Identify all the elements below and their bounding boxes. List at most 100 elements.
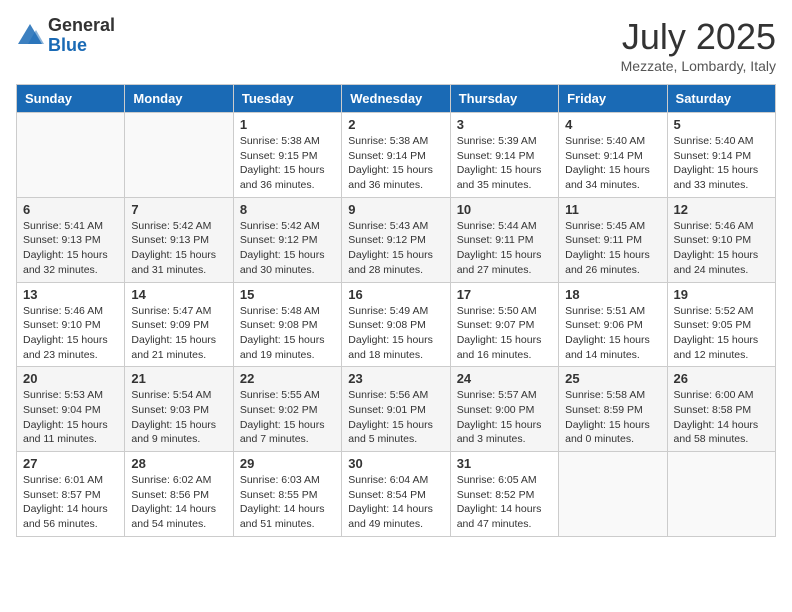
calendar-cell: 15Sunrise: 5:48 AM Sunset: 9:08 PM Dayli… [233,282,341,367]
calendar-cell: 8Sunrise: 5:42 AM Sunset: 9:12 PM Daylig… [233,197,341,282]
day-number: 22 [240,371,335,386]
day-info: Sunrise: 5:58 AM Sunset: 8:59 PM Dayligh… [565,388,660,447]
day-number: 4 [565,117,660,132]
calendar-cell: 25Sunrise: 5:58 AM Sunset: 8:59 PM Dayli… [559,367,667,452]
day-info: Sunrise: 5:53 AM Sunset: 9:04 PM Dayligh… [23,388,118,447]
weekday-header: Wednesday [342,85,450,113]
day-info: Sunrise: 5:45 AM Sunset: 9:11 PM Dayligh… [565,219,660,278]
day-number: 1 [240,117,335,132]
calendar-cell: 9Sunrise: 5:43 AM Sunset: 9:12 PM Daylig… [342,197,450,282]
day-number: 17 [457,287,552,302]
day-info: Sunrise: 5:38 AM Sunset: 9:14 PM Dayligh… [348,134,443,193]
day-info: Sunrise: 5:52 AM Sunset: 9:05 PM Dayligh… [674,304,769,363]
title-section: July 2025 Mezzate, Lombardy, Italy [621,16,776,74]
day-info: Sunrise: 5:49 AM Sunset: 9:08 PM Dayligh… [348,304,443,363]
day-info: Sunrise: 6:00 AM Sunset: 8:58 PM Dayligh… [674,388,769,447]
calendar-cell: 30 Sunrise: 6:04 AM Sunset: 8:54 PM Dayli… [342,452,450,537]
calendar-cell: 1 Sunrise: 5:38 AM Sunset: 9:15 PM Daylig… [233,113,341,198]
calendar-cell [559,452,667,537]
calendar-cell: 4 Sunrise: 5:40 AM Sunset: 9:14 PM Daylig… [559,113,667,198]
day-number: 5 [674,117,769,132]
calendar-cell: 11 Sunrise: 5:45 AM Sunset: 9:11 PM Dayli… [559,197,667,282]
day-number: 20 [23,371,118,386]
calendar-cell: 28 Sunrise: 6:02 AM Sunset: 8:56 PM Dayli… [125,452,233,537]
day-number: 27 [23,456,118,471]
day-info: Sunrise: 5:51 AM Sunset: 9:06 PM Dayligh… [565,304,660,363]
day-number: 15 [240,287,335,302]
day-info: Sunrise: 5:55 AM Sunset: 9:02 PM Dayligh… [240,388,335,447]
calendar-cell: 3 Sunrise: 5:39 AM Sunset: 9:14 PM Daylig… [450,113,558,198]
weekday-header: Thursday [450,85,558,113]
day-number: 11 [565,202,660,217]
day-number: 13 [23,287,118,302]
calendar-cell: 6Sunrise: 5:41 AM Sunset: 9:13 PM Daylig… [17,197,125,282]
day-number: 28 [131,456,226,471]
calendar-cell [125,113,233,198]
day-number: 3 [457,117,552,132]
day-info: Sunrise: 5:40 AM Sunset: 9:14 PM Dayligh… [565,134,660,193]
calendar-cell: 16Sunrise: 5:49 AM Sunset: 9:08 PM Dayli… [342,282,450,367]
calendar-cell: 17 Sunrise: 5:50 AM Sunset: 9:07 PM Dayli… [450,282,558,367]
page-header: General Blue July 2025 Mezzate, Lombardy… [16,16,776,74]
day-number: 29 [240,456,335,471]
logo-general: General [48,16,115,36]
calendar-week-row: 1 Sunrise: 5:38 AM Sunset: 9:15 PM Daylig… [17,113,776,198]
calendar-table: SundayMondayTuesdayWednesdayThursdayFrid… [16,84,776,537]
month-title: July 2025 [621,16,776,58]
day-number: 21 [131,371,226,386]
day-number: 10 [457,202,552,217]
weekday-header: Friday [559,85,667,113]
calendar-cell: 31Sunrise: 6:05 AM Sunset: 8:52 PM Dayli… [450,452,558,537]
calendar-cell: 24Sunrise: 5:57 AM Sunset: 9:00 PM Dayli… [450,367,558,452]
day-number: 7 [131,202,226,217]
calendar-cell: 2Sunrise: 5:38 AM Sunset: 9:14 PM Daylig… [342,113,450,198]
logo-text: General Blue [48,16,115,56]
calendar-cell: 13Sunrise: 5:46 AM Sunset: 9:10 PM Dayli… [17,282,125,367]
calendar-week-row: 27 Sunrise: 6:01 AM Sunset: 8:57 PM Dayli… [17,452,776,537]
day-info: Sunrise: 5:57 AM Sunset: 9:00 PM Dayligh… [457,388,552,447]
day-number: 26 [674,371,769,386]
day-info: Sunrise: 6:03 AM Sunset: 8:55 PM Dayligh… [240,473,335,532]
day-info: Sunrise: 5:54 AM Sunset: 9:03 PM Dayligh… [131,388,226,447]
day-info: Sunrise: 5:42 AM Sunset: 9:12 PM Dayligh… [240,219,335,278]
day-info: Sunrise: 5:38 AM Sunset: 9:15 PM Dayligh… [240,134,335,193]
day-info: Sunrise: 5:44 AM Sunset: 9:11 PM Dayligh… [457,219,552,278]
day-info: Sunrise: 5:43 AM Sunset: 9:12 PM Dayligh… [348,219,443,278]
calendar-cell: 19 Sunrise: 5:52 AM Sunset: 9:05 PM Dayli… [667,282,775,367]
day-info: Sunrise: 5:42 AM Sunset: 9:13 PM Dayligh… [131,219,226,278]
day-info: Sunrise: 6:05 AM Sunset: 8:52 PM Dayligh… [457,473,552,532]
day-info: Sunrise: 5:41 AM Sunset: 9:13 PM Dayligh… [23,219,118,278]
day-number: 19 [674,287,769,302]
calendar-week-row: 13Sunrise: 5:46 AM Sunset: 9:10 PM Dayli… [17,282,776,367]
day-info: Sunrise: 6:02 AM Sunset: 8:56 PM Dayligh… [131,473,226,532]
calendar-cell: 12Sunrise: 5:46 AM Sunset: 9:10 PM Dayli… [667,197,775,282]
day-info: Sunrise: 5:47 AM Sunset: 9:09 PM Dayligh… [131,304,226,363]
day-number: 12 [674,202,769,217]
calendar-cell: 20 Sunrise: 5:53 AM Sunset: 9:04 PM Dayli… [17,367,125,452]
calendar-cell: 5Sunrise: 5:40 AM Sunset: 9:14 PM Daylig… [667,113,775,198]
day-info: Sunrise: 6:04 AM Sunset: 8:54 PM Dayligh… [348,473,443,532]
day-number: 14 [131,287,226,302]
calendar-header-row: SundayMondayTuesdayWednesdayThursdayFrid… [17,85,776,113]
day-number: 23 [348,371,443,386]
calendar-cell: 21 Sunrise: 5:54 AM Sunset: 9:03 PM Dayli… [125,367,233,452]
logo-icon [16,22,44,50]
day-info: Sunrise: 5:50 AM Sunset: 9:07 PM Dayligh… [457,304,552,363]
calendar-cell: 23Sunrise: 5:56 AM Sunset: 9:01 PM Dayli… [342,367,450,452]
calendar-cell: 22 Sunrise: 5:55 AM Sunset: 9:02 PM Dayli… [233,367,341,452]
calendar-cell: 27 Sunrise: 6:01 AM Sunset: 8:57 PM Dayli… [17,452,125,537]
calendar-cell: 10 Sunrise: 5:44 AM Sunset: 9:11 PM Dayli… [450,197,558,282]
calendar-cell: 18Sunrise: 5:51 AM Sunset: 9:06 PM Dayli… [559,282,667,367]
day-number: 30 [348,456,443,471]
logo: General Blue [16,16,115,56]
calendar-cell: 26 Sunrise: 6:00 AM Sunset: 8:58 PM Dayli… [667,367,775,452]
location: Mezzate, Lombardy, Italy [621,58,776,74]
weekday-header: Sunday [17,85,125,113]
calendar-cell: 29 Sunrise: 6:03 AM Sunset: 8:55 PM Dayli… [233,452,341,537]
calendar-week-row: 6Sunrise: 5:41 AM Sunset: 9:13 PM Daylig… [17,197,776,282]
day-info: Sunrise: 5:39 AM Sunset: 9:14 PM Dayligh… [457,134,552,193]
logo-blue: Blue [48,36,115,56]
weekday-header: Monday [125,85,233,113]
calendar-week-row: 20 Sunrise: 5:53 AM Sunset: 9:04 PM Dayli… [17,367,776,452]
day-info: Sunrise: 6:01 AM Sunset: 8:57 PM Dayligh… [23,473,118,532]
